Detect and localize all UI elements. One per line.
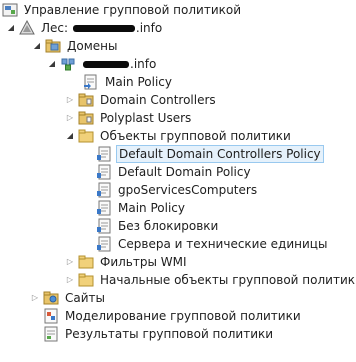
gpo-icon bbox=[96, 218, 112, 234]
tree-node-label: Сайты bbox=[65, 291, 105, 305]
ou-icon bbox=[78, 110, 94, 126]
tree-node-label: Main Policy bbox=[118, 201, 185, 215]
tree-node-gpo[interactable]: gpoServicesComputers bbox=[83, 181, 259, 199]
tree-node-gpo[interactable]: Default Domain Policy bbox=[83, 163, 253, 181]
tree-node-label: Main Policy bbox=[105, 75, 172, 89]
domain-icon bbox=[60, 56, 76, 72]
tree-node-gpo-selected[interactable]: Default Domain Controllers Policy bbox=[83, 145, 324, 163]
tree-node-domains[interactable]: ◢ Домены bbox=[32, 37, 119, 55]
sites-icon bbox=[43, 290, 59, 306]
tree-node-label: Домены bbox=[67, 39, 118, 53]
tree-node-label: gpoServicesComputers bbox=[118, 183, 258, 197]
gpm-icon bbox=[2, 2, 18, 18]
expand-arrow-icon[interactable]: ▷ bbox=[65, 271, 75, 289]
modeling-icon bbox=[43, 308, 59, 324]
tree-node-label: Polyplast Users bbox=[100, 111, 192, 125]
tree-node-label: Сервера и технические единицы bbox=[118, 237, 328, 251]
redacted-text bbox=[72, 25, 135, 32]
gpo-icon bbox=[96, 236, 112, 252]
tree-node-polyplast-users[interactable]: ▷ Polyplast Users bbox=[65, 109, 193, 127]
results-icon bbox=[43, 326, 59, 342]
tree-node-sites[interactable]: ▷ Сайты bbox=[30, 289, 107, 307]
tree-node-label: Управление групповой политикой bbox=[24, 3, 242, 17]
domains-folder-icon bbox=[45, 38, 61, 54]
ou-icon bbox=[78, 92, 94, 108]
tree-node-forest[interactable]: ◢ Лес: .info bbox=[6, 19, 164, 37]
expand-arrow-icon[interactable]: ▷ bbox=[65, 109, 75, 127]
tree-node-label: Default Domain Controllers Policy bbox=[116, 145, 324, 163]
tree-node-domain-controllers[interactable]: ▷ Domain Controllers bbox=[65, 91, 218, 109]
domain-suffix: .info bbox=[130, 57, 157, 71]
tree-node-gpo[interactable]: Main Policy bbox=[83, 199, 187, 217]
tree-node-label: .info bbox=[80, 55, 158, 73]
tree-node-gpo[interactable]: Сервера и технические единицы bbox=[83, 235, 329, 253]
tree-node-label: Моделирование групповой политики bbox=[65, 309, 301, 323]
gpo-icon bbox=[96, 200, 112, 216]
gpo-link-icon bbox=[83, 74, 99, 90]
gpo-icon bbox=[96, 146, 112, 162]
collapse-arrow-icon[interactable]: ◢ bbox=[65, 127, 75, 145]
collapse-arrow-icon[interactable]: ◢ bbox=[47, 55, 57, 73]
redacted-text bbox=[83, 61, 129, 68]
forest-prefix: Лес: bbox=[41, 21, 69, 35]
tree-node-label: Без блокировки bbox=[118, 219, 219, 233]
folder-icon bbox=[78, 128, 94, 144]
tree-node-starter-gpos[interactable]: ▷ Начальные объекты групповой политики bbox=[65, 271, 356, 289]
expand-arrow-icon[interactable]: ▷ bbox=[65, 253, 75, 271]
gpm-tree: Управление групповой политикой ◢ Лес: .i… bbox=[0, 0, 356, 362]
tree-node-modeling[interactable]: Моделирование групповой политики bbox=[30, 307, 303, 325]
tree-node-label: Результаты групповой политики bbox=[65, 327, 274, 341]
tree-node-main-policy-link[interactable]: Main Policy bbox=[70, 73, 174, 91]
forest-suffix: .info bbox=[135, 21, 163, 35]
expand-arrow-icon[interactable]: ▷ bbox=[65, 91, 75, 109]
folder-icon bbox=[78, 272, 94, 288]
gpo-icon bbox=[96, 182, 112, 198]
gpo-icon bbox=[96, 164, 112, 180]
forest-icon bbox=[19, 20, 35, 36]
tree-node-label: Объекты групповой политики bbox=[100, 129, 291, 143]
tree-node-domain[interactable]: ◢ .info bbox=[47, 55, 158, 73]
folder-icon bbox=[78, 254, 94, 270]
tree-node-label: Начальные объекты групповой политики bbox=[100, 273, 356, 287]
tree-node-label: Domain Controllers bbox=[100, 93, 216, 107]
collapse-arrow-icon[interactable]: ◢ bbox=[6, 19, 16, 37]
collapse-arrow-icon[interactable]: ◢ bbox=[32, 37, 42, 55]
tree-node-gpo-container[interactable]: ◢ Объекты групповой политики bbox=[65, 127, 293, 145]
tree-node-label: Лес: .info bbox=[39, 19, 164, 37]
tree-node-root[interactable]: Управление групповой политикой bbox=[2, 1, 243, 19]
tree-node-gpo[interactable]: Без блокировки bbox=[83, 217, 220, 235]
tree-node-label: Фильтры WMI bbox=[100, 255, 187, 269]
expand-arrow-icon[interactable]: ▷ bbox=[30, 289, 40, 307]
tree-node-label: Default Domain Policy bbox=[118, 165, 251, 179]
tree-node-wmi-filters[interactable]: ▷ Фильтры WMI bbox=[65, 253, 189, 271]
tree-node-results[interactable]: Результаты групповой политики bbox=[30, 325, 275, 343]
